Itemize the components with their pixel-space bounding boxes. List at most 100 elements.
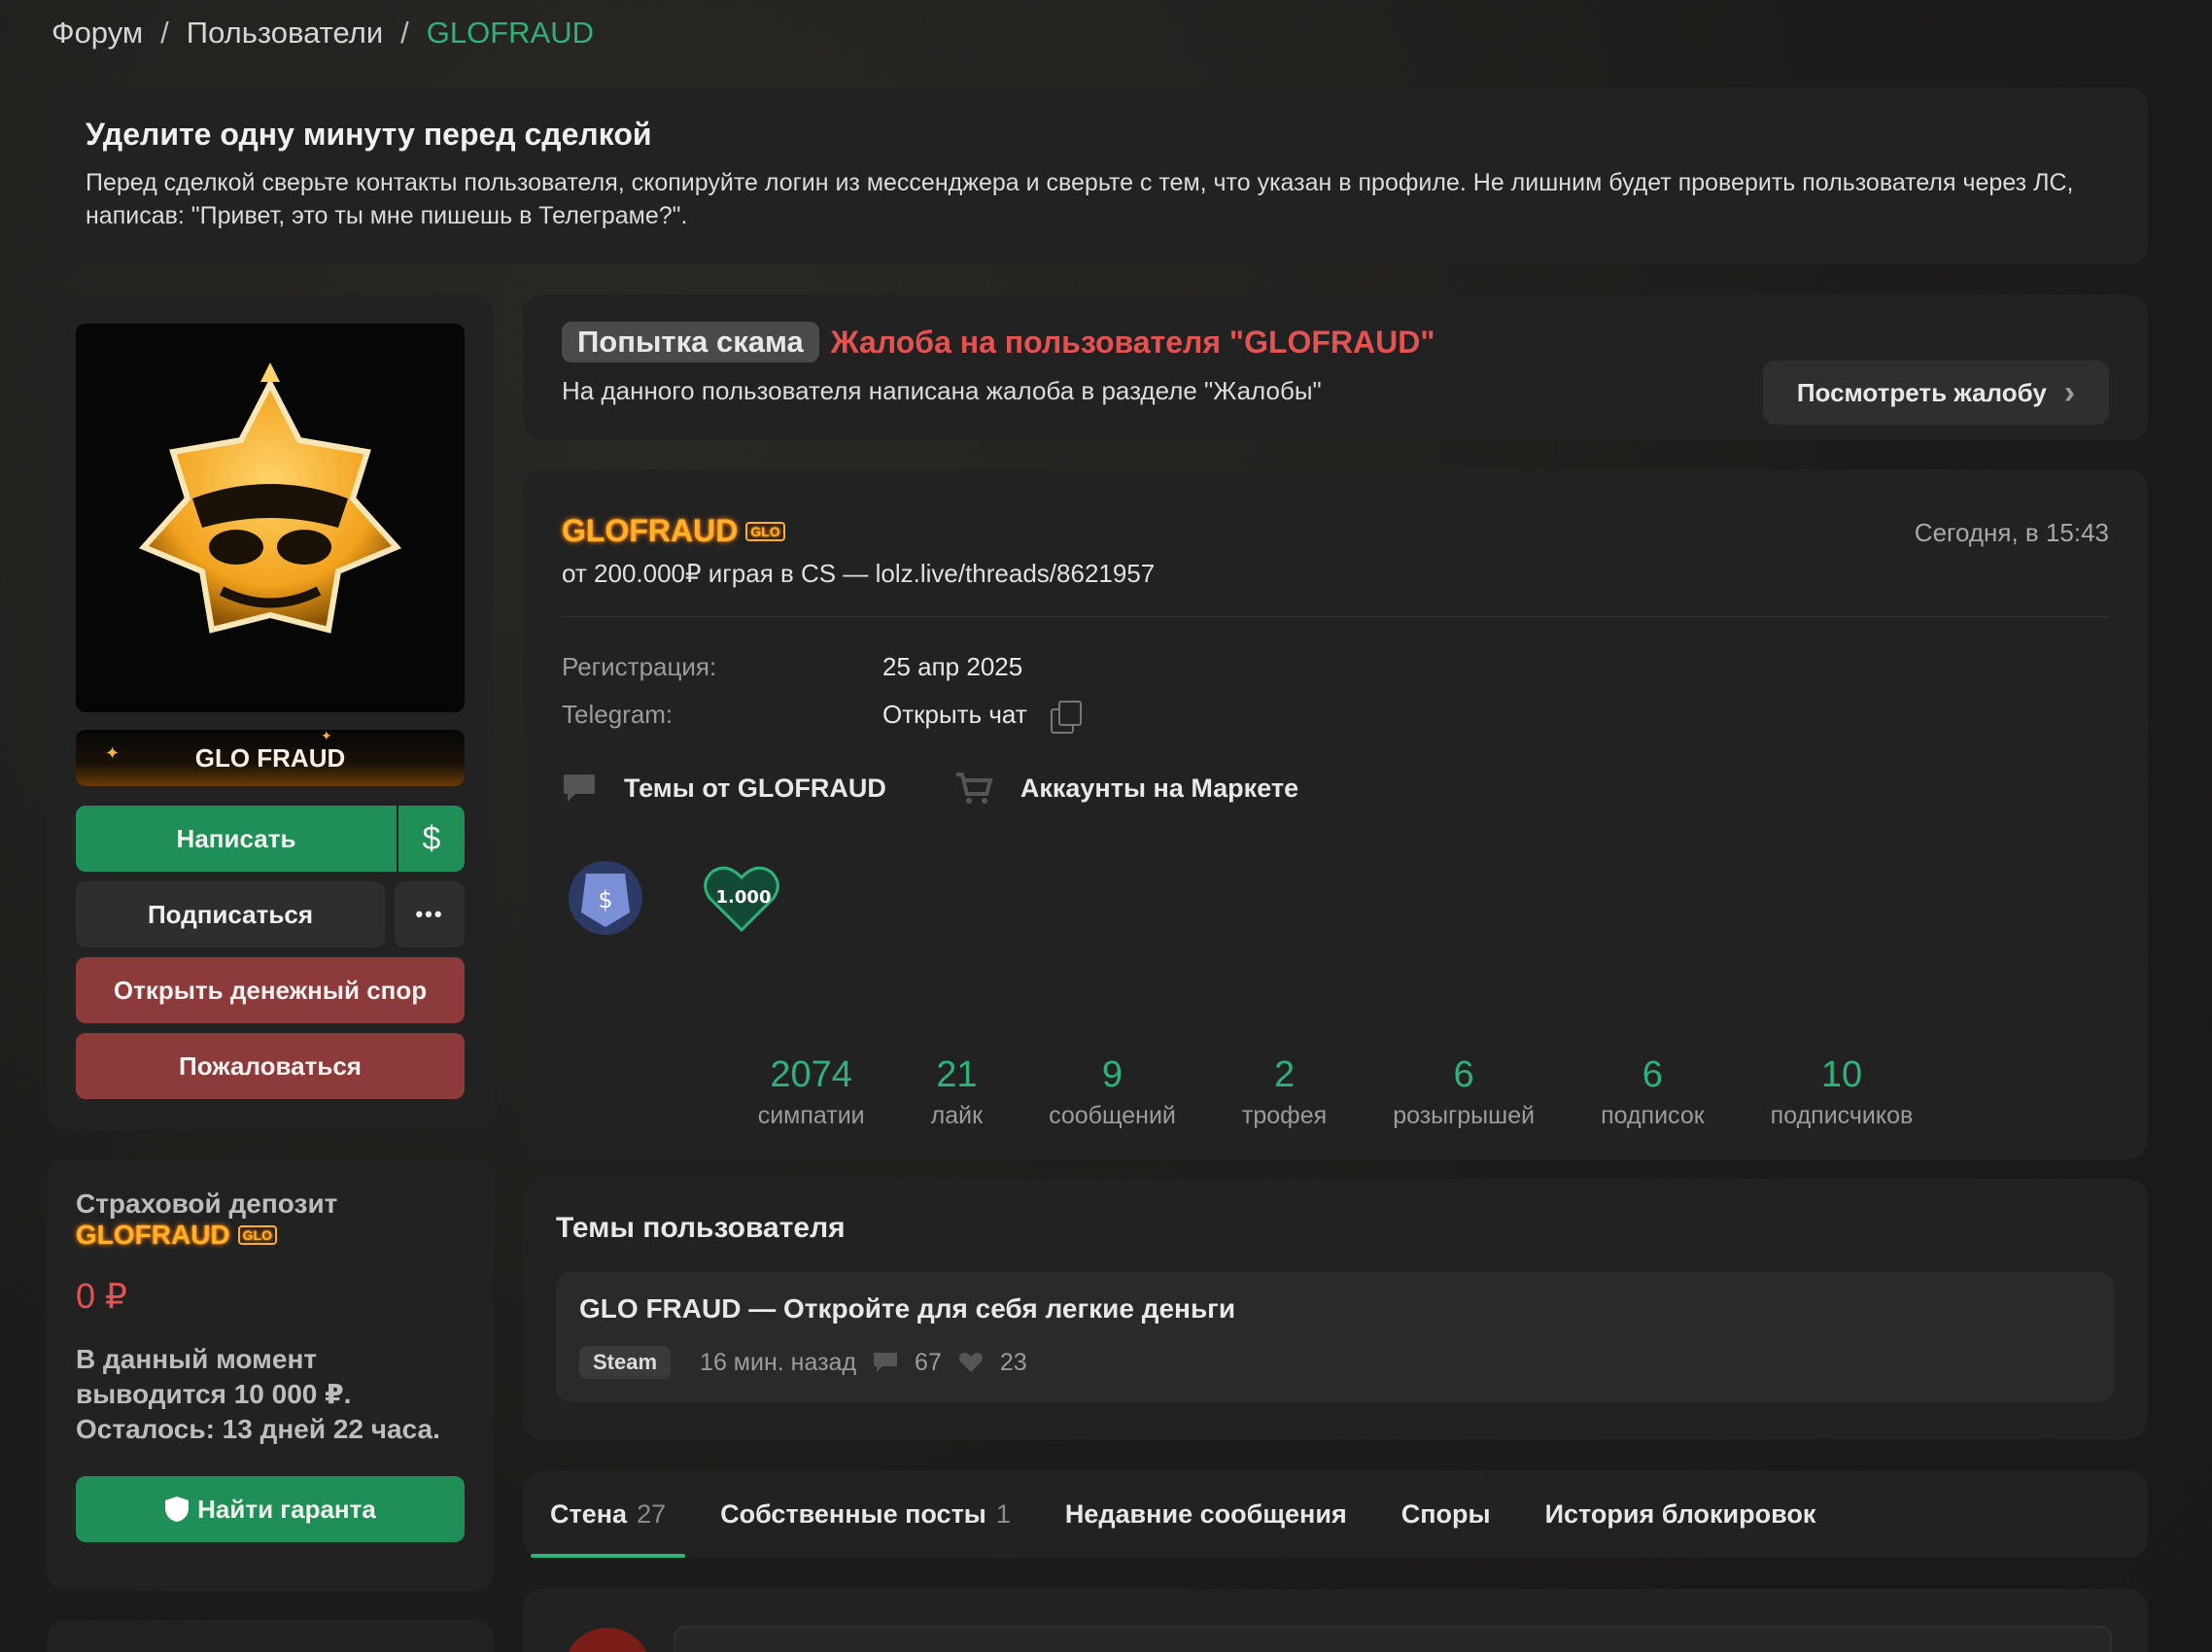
username-text: GLOFRAUD	[76, 1220, 230, 1250]
profile-stats: 2074 симпатии 21 лайк 9 сообщений 2 трофея 6…	[523, 1054, 2148, 1130]
sympathy-1000-badge-icon[interactable]: 1.000	[698, 854, 785, 942]
glo-tag: GLO	[745, 521, 785, 541]
tab-count: 1	[995, 1498, 1011, 1529]
heart-icon	[958, 1353, 983, 1372]
tab-own-posts[interactable]: Собственные посты 1	[720, 1470, 1011, 1558]
tab-disputes[interactable]: Споры	[1401, 1470, 1491, 1558]
chat-bubble-icon	[564, 774, 595, 802]
profile-info: GLOFRAUD GLO от 200.000₽ играя в CS — lo…	[523, 469, 2148, 1159]
notice-title: Уделите одну минуту перед сделкой	[86, 117, 652, 152]
stat-label: сообщений	[1049, 1102, 1176, 1129]
topic-title[interactable]: GLO FRAUD — Откройте для себя легкие ден…	[579, 1293, 2091, 1325]
stat-number: 10	[1820, 1054, 1863, 1095]
stat-number: 21	[936, 1054, 978, 1095]
stat-number: 6	[1453, 1054, 1474, 1095]
tab-label: Собственные посты	[720, 1498, 986, 1529]
breadcrumb-separator: /	[400, 16, 409, 50]
topics-title: Темы пользователя	[556, 1212, 846, 1244]
profile-username[interactable]: GLOFRAUD GLO	[562, 513, 785, 549]
tab-label: Споры	[1400, 1498, 1491, 1529]
stat-followers[interactable]: 10 подписчиков	[1771, 1054, 1914, 1130]
tab-recent-messages[interactable]: Недавние сообщения	[1065, 1470, 1347, 1558]
subscribe-button[interactable]: Подписаться	[76, 881, 385, 947]
banner-text: GLO FRAUD	[194, 742, 346, 773]
deposit-username[interactable]: GLOFRAUD GLO	[76, 1220, 277, 1251]
username-text: GLOFRAUD	[562, 513, 739, 548]
stat-label: подписчиков	[1770, 1102, 1914, 1129]
user-card: ✦ ✦ GLO FRAUD Написать $ Подписаться •••…	[47, 294, 494, 1130]
tab-wall[interactable]: Стена 27	[530, 1470, 686, 1558]
topic-tag[interactable]: Steam	[579, 1346, 672, 1379]
stat-label: лайк	[930, 1102, 984, 1129]
tab-label: История блокировок	[1544, 1498, 1816, 1529]
left-bottom-panel	[47, 1620, 494, 1652]
transfer-money-button[interactable]: $	[398, 806, 465, 872]
stat-label: подписок	[1601, 1102, 1705, 1129]
stat-trophies[interactable]: 2 трофея	[1242, 1054, 1327, 1130]
telegram-row: Telegram: Открыть чат	[562, 700, 2109, 734]
user-banner: ✦ ✦ GLO FRAUD	[76, 728, 465, 786]
divider	[562, 616, 2109, 617]
view-complaint-button[interactable]: Посмотреть жалобу ›	[1763, 361, 2109, 425]
last-seen-date: Сегодня, в 15:43	[1914, 518, 2109, 547]
complaint-title: Жалоба на пользователя "GLOFRAUD"	[830, 324, 1435, 360]
topic-item[interactable]: GLO FRAUD — Откройте для себя легкие ден…	[556, 1272, 2115, 1402]
stat-number: 9	[1101, 1054, 1123, 1095]
stat-label: трофея	[1241, 1102, 1328, 1129]
svg-text:$: $	[598, 886, 612, 913]
notice-text: Перед сделкой сверьте контакты пользоват…	[86, 169, 2074, 229]
stat-number: 2074	[770, 1054, 852, 1095]
stat-number: 6	[1642, 1054, 1663, 1095]
stat-label: симпатии	[757, 1102, 865, 1129]
stat-number: 2	[1273, 1054, 1296, 1095]
user-topics-link[interactable]: Темы от GLOFRAUD	[562, 771, 886, 806]
svg-text:1.000: 1.000	[716, 887, 772, 908]
breadcrumb-users[interactable]: Пользователи	[187, 16, 383, 51]
tab-count: 27	[637, 1498, 667, 1529]
breadcrumb-forum[interactable]: Форум	[52, 16, 143, 51]
report-button[interactable]: Пожаловаться	[76, 1033, 465, 1099]
stat-sympathies[interactable]: 2074 симпатии	[758, 1054, 865, 1130]
stat-giveaways[interactable]: 6 розыгрышей	[1393, 1054, 1535, 1130]
more-options-button[interactable]: •••	[395, 881, 465, 947]
open-dispute-button[interactable]: Открыть денежный спор	[76, 957, 465, 1023]
market-accounts-label: Аккаунты на Маркете	[1020, 773, 1299, 803]
topic-likes: 23	[999, 1348, 1027, 1376]
sparkle-icon: ✦	[105, 743, 121, 763]
profile-tabs: Стена 27 Собственные посты 1 Недавние сооб…	[523, 1470, 2148, 1558]
stat-messages[interactable]: 9 сообщений	[1049, 1054, 1176, 1130]
find-guarantor-label: Найти гаранта	[197, 1494, 376, 1524]
topic-time: 16 мин. назад	[700, 1348, 857, 1376]
stat-likes[interactable]: 21 лайк	[931, 1054, 983, 1130]
scam-badge: Попытка скама	[562, 322, 819, 362]
chevron-right-icon: ›	[2063, 373, 2076, 411]
deposit-note: В данный момент выводится 10 000 ₽. Оста…	[76, 1344, 440, 1444]
user-topics-label: Темы от GLOFRAUD	[624, 773, 886, 803]
wall-composer	[523, 1589, 2148, 1652]
breadcrumb: Форум / Пользователи / GLOFRAUD	[52, 16, 594, 51]
stat-subscriptions[interactable]: 6 подписок	[1601, 1054, 1705, 1130]
profile-status: от 200.000₽ играя в CS — lolz.live/threa…	[562, 559, 1156, 588]
market-accounts-link[interactable]: Аккаунты на Маркете	[954, 771, 1298, 806]
registration-label: Регистрация:	[562, 652, 717, 681]
wall-post-input[interactable]	[674, 1626, 2112, 1652]
avatar-image	[138, 362, 402, 634]
find-guarantor-button[interactable]: Найти гаранта	[76, 1476, 465, 1542]
write-button[interactable]: Написать	[76, 806, 397, 872]
avatar	[564, 1628, 651, 1652]
topic-comments: 67	[915, 1348, 942, 1376]
insurance-deposit: Страховой депозит GLOFRAUD GLO 0 ₽ В дан…	[47, 1159, 494, 1591]
breadcrumb-current[interactable]: GLOFRAUD	[427, 16, 594, 51]
avatar[interactable]	[76, 324, 465, 712]
shield-icon	[165, 1497, 190, 1522]
copy-icon[interactable]	[1050, 700, 1082, 734]
stat-label: розыгрышей	[1393, 1102, 1536, 1129]
sponsor-badge-icon[interactable]: $	[562, 854, 649, 942]
complaint-alert: Попытка скама Жалоба на пользователя "GL…	[523, 294, 2148, 440]
registration-row: Регистрация: 25 апр 2025	[562, 652, 2109, 682]
telegram-open-chat-link[interactable]: Открыть чат	[882, 700, 1027, 730]
telegram-label: Telegram:	[562, 700, 674, 729]
breadcrumb-separator: /	[160, 16, 169, 50]
tab-ban-history[interactable]: История блокировок	[1545, 1470, 1816, 1558]
tab-label: Недавние сообщения	[1064, 1498, 1347, 1529]
